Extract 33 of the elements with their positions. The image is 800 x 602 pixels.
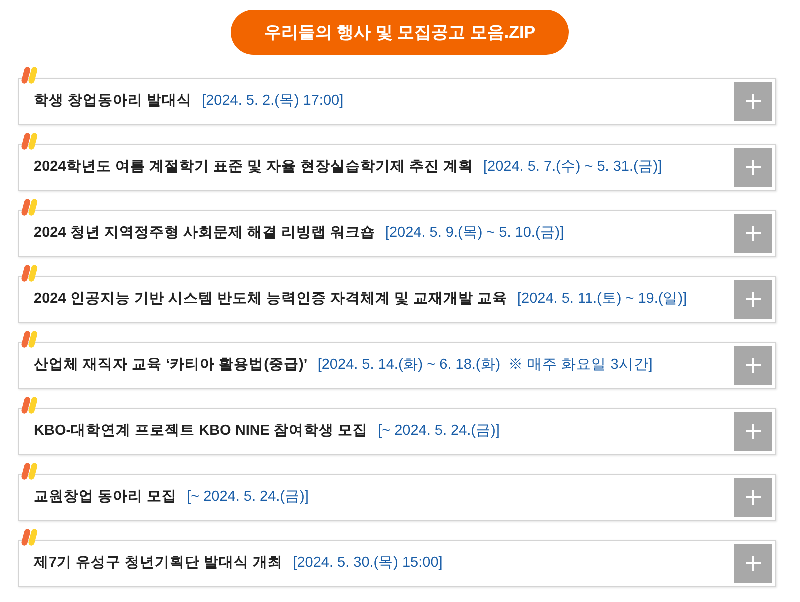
plus-icon [746, 226, 760, 241]
notice-date: [2024. 5. 9.(목) ~ 5. 10.(금)] [385, 224, 564, 243]
notice-title: 제7기 유성구 청년기획단 발대식 개최 [34, 554, 284, 573]
expand-button[interactable] [734, 214, 772, 253]
notice-title: 학생 창업동아리 발대식 [34, 92, 192, 111]
expand-button[interactable] [734, 82, 772, 121]
plus-icon [746, 358, 760, 373]
notice-title: 산업체 재직자 교육 ‘카티아 활용법(중급)’ [34, 356, 308, 375]
notice-date: [2024. 5. 11.(토) ~ 19.(일)] [518, 290, 688, 309]
expand-button[interactable] [734, 412, 772, 451]
expand-button[interactable] [734, 148, 772, 187]
notice-title: KBO-대학연계 프로젝트 KBO NINE 참여학생 모집 [34, 422, 368, 441]
plus-icon [746, 292, 760, 307]
notice-title: 2024 청년 지역정주형 사회문제 해결 리빙랩 워크숍 [34, 224, 376, 243]
expand-button[interactable] [734, 280, 772, 319]
plus-icon [746, 94, 760, 109]
expand-button[interactable] [734, 346, 772, 385]
page-title: 우리들의 행사 및 모집공고 모음.ZIP [231, 10, 569, 55]
notice-date: [~ 2024. 5. 24.(금)] [187, 488, 309, 507]
plus-icon [746, 424, 760, 439]
plus-icon [746, 556, 760, 571]
expand-button[interactable] [734, 544, 772, 583]
notice-date: [2024. 5. 7.(수) ~ 5. 31.(금)] [484, 158, 662, 177]
notice-title: 2024학년도 여름 계절학기 표준 및 자율 현장실습학기제 추진 계획 [34, 158, 474, 177]
notice-title: 2024 인공지능 기반 시스템 반도체 능력인증 자격체계 및 교재개발 교육 [34, 290, 508, 309]
plus-icon [746, 160, 760, 175]
notice-date: [2024. 5. 2.(목) 17:00] [202, 92, 344, 111]
notice-date: [2024. 5. 14.(화) ~ 6. 18.(화) ※ 매주 화요일 3시간] [318, 356, 653, 375]
plus-icon [746, 490, 760, 505]
notice-date: [~ 2024. 5. 24.(금)] [378, 422, 500, 441]
expand-button[interactable] [734, 478, 772, 517]
notice-title: 교원창업 동아리 모집 [34, 488, 178, 507]
notice-date: [2024. 5. 30.(목) 15:00] [293, 554, 443, 573]
